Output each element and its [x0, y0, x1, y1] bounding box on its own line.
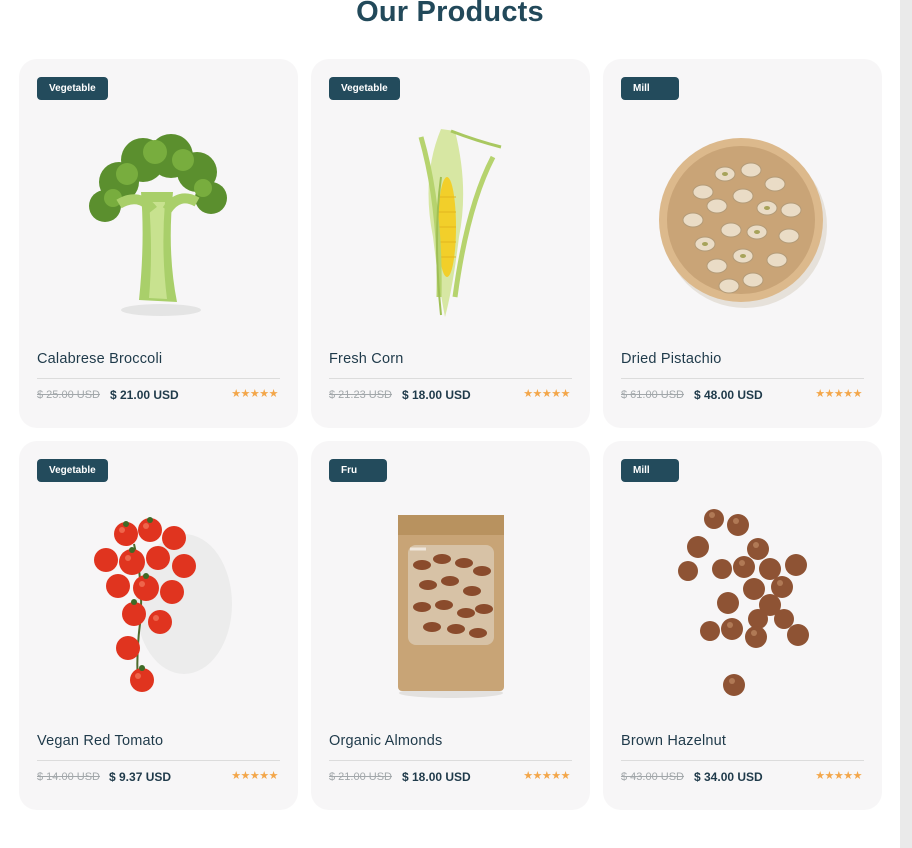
old-price: $ 43.00 USD	[621, 771, 684, 783]
category-badge: Vegetable	[37, 459, 108, 482]
almonds-image[interactable]	[311, 489, 590, 719]
section-title: Our Products	[356, 0, 544, 28]
divider	[621, 378, 864, 379]
hazelnut-image[interactable]	[603, 489, 882, 719]
pistachio-image[interactable]	[603, 107, 882, 337]
corn-image[interactable]	[311, 107, 590, 337]
category-badge: Vegetable	[329, 77, 400, 100]
product-card[interactable]: Vegetable Calabrese Broccoli $ 25.00 USD…	[19, 59, 298, 428]
product-card[interactable]: Vegetable Vegan Red Tomato $ 14.00 USD $…	[19, 441, 298, 810]
product-name[interactable]: Calabrese Broccoli	[37, 351, 162, 367]
sale-price: $ 18.00 USD	[402, 770, 471, 784]
product-name[interactable]: Fresh Corn	[329, 351, 404, 367]
old-price: $ 61.00 USD	[621, 389, 684, 401]
product-name[interactable]: Dried Pistachio	[621, 351, 722, 367]
star-rating: ★★★★★	[523, 388, 570, 400]
product-name[interactable]: Organic Almonds	[329, 733, 442, 749]
category-badge: Mill	[621, 77, 679, 100]
divider	[329, 760, 572, 761]
old-price: $ 21.00 USD	[329, 771, 392, 783]
sale-price: $ 18.00 USD	[402, 388, 471, 402]
star-rating: ★★★★★	[815, 770, 862, 782]
product-grid: Vegetable Calabrese Broccoli $ 25.00 USD…	[19, 59, 883, 810]
divider	[37, 378, 280, 379]
old-price: $ 14.00 USD	[37, 771, 100, 783]
old-price: $ 21.23 USD	[329, 389, 392, 401]
star-rating: ★★★★★	[231, 770, 278, 782]
star-rating: ★★★★★	[815, 388, 862, 400]
sale-price: $ 34.00 USD	[694, 770, 763, 784]
divider	[37, 760, 280, 761]
tomato-image[interactable]	[19, 489, 298, 719]
divider	[329, 378, 572, 379]
product-card[interactable]: Vegetable Fresh Corn $ 21.23 USD $ 18.00…	[311, 59, 590, 428]
star-rating: ★★★★★	[231, 388, 278, 400]
product-name[interactable]: Vegan Red Tomato	[37, 733, 163, 749]
sale-price: $ 9.37 USD	[109, 770, 172, 784]
product-card[interactable]: Mill Dried Pistachio $ 61.00 USD $ 48.00…	[603, 59, 882, 428]
product-card[interactable]: Mill Brown Hazelnut $ 43.00 USD $ 34.00 …	[603, 441, 882, 810]
category-badge: Fru	[329, 459, 387, 482]
category-badge: Vegetable	[37, 77, 108, 100]
sale-price: $ 48.00 USD	[694, 388, 763, 402]
broccoli-image[interactable]	[19, 107, 298, 337]
scrollbar[interactable]	[900, 0, 912, 848]
sale-price: $ 21.00 USD	[110, 388, 179, 402]
star-rating: ★★★★★	[523, 770, 570, 782]
product-card[interactable]: Fru Organic Almonds $ 21.00 USD $ 18.00 …	[311, 441, 590, 810]
category-badge: Mill	[621, 459, 679, 482]
divider	[621, 760, 864, 761]
product-name[interactable]: Brown Hazelnut	[621, 733, 726, 749]
old-price: $ 25.00 USD	[37, 389, 100, 401]
